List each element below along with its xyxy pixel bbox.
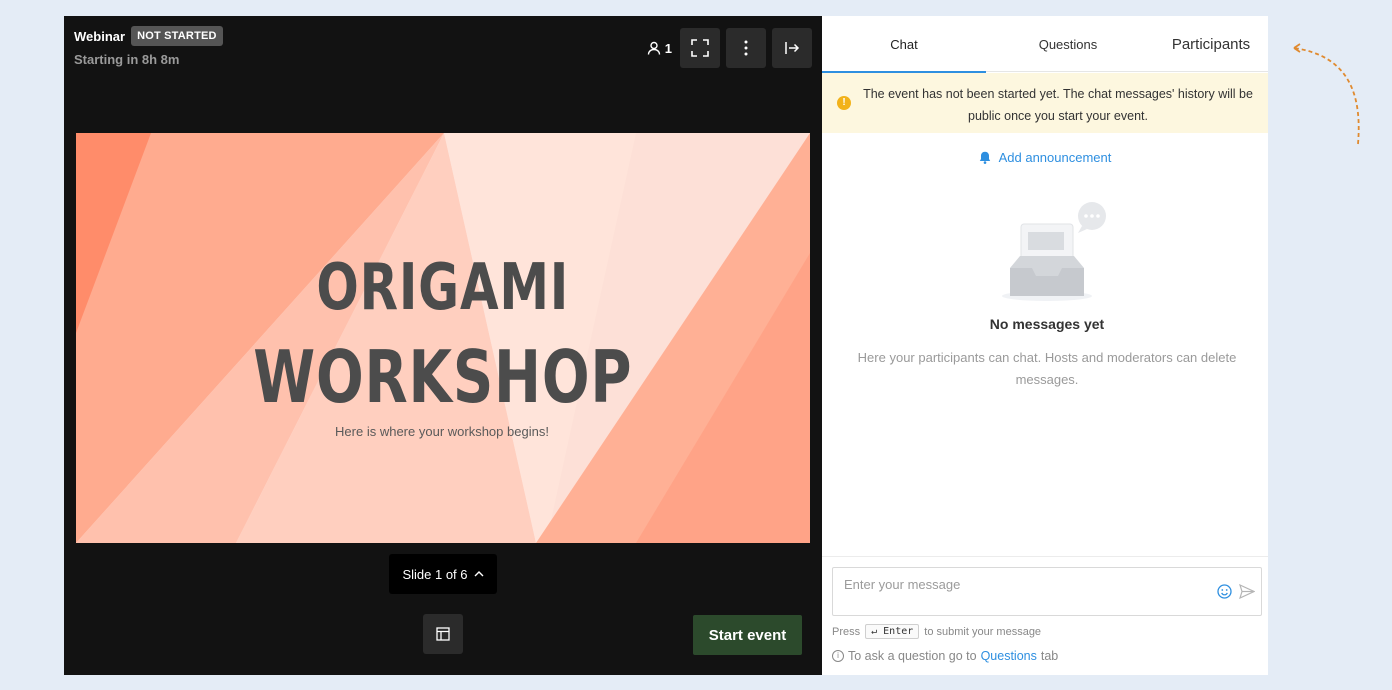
- chevron-up-icon: [474, 571, 484, 577]
- notice-text: The event has not been started yet. The …: [863, 87, 1253, 123]
- hint-suffix: to submit your message: [924, 625, 1042, 638]
- message-input[interactable]: [833, 568, 1213, 600]
- empty-state-title: No messages yet: [989, 316, 1105, 332]
- event-header: Webinar NOT STARTED: [74, 26, 223, 46]
- ask-prefix: To ask a question go to: [848, 649, 977, 663]
- tab-questions[interactable]: Questions: [986, 16, 1150, 72]
- panel-tabs: Chat Questions Participants: [822, 16, 1268, 73]
- dashed-arrow-decoration: [1293, 43, 1360, 145]
- layout-button[interactable]: [423, 614, 463, 654]
- user-icon: [647, 41, 660, 55]
- presentation-slide: ORIGAMI WORKSHOP Here is where your work…: [76, 133, 810, 543]
- event-title: Webinar: [74, 28, 126, 44]
- slide-title-line2: WORKSHOP: [253, 335, 633, 419]
- message-composer: Press ↵ Enter to submit your message i T…: [822, 556, 1268, 675]
- warning-icon: !: [837, 96, 851, 110]
- fullscreen-icon: [691, 39, 709, 57]
- ask-question-hint: i To ask a question go to Questions tab: [832, 649, 1058, 663]
- enter-key-badge: ↵ Enter: [865, 624, 920, 639]
- questions-tab-link[interactable]: Questions: [981, 649, 1037, 663]
- start-event-button[interactable]: Start event: [693, 615, 802, 655]
- slide-title-line1: ORIGAMI: [316, 251, 570, 325]
- empty-inbox-illustration: [1002, 202, 1106, 301]
- participant-count: 1: [664, 40, 672, 56]
- exit-icon: [785, 42, 800, 54]
- side-panel: Chat Questions Participants ! The event …: [822, 16, 1268, 675]
- add-announcement-label: Add announcement: [998, 150, 1112, 165]
- slide-navigator[interactable]: Slide 1 of 6: [389, 554, 497, 594]
- tab-chat[interactable]: Chat: [822, 16, 986, 73]
- message-box: [832, 567, 1262, 616]
- participant-counter[interactable]: 1: [647, 41, 672, 56]
- status-badge: NOT STARTED: [131, 26, 223, 46]
- not-started-notice: ! The event has not been started yet. Th…: [822, 73, 1268, 133]
- slide-subtitle: Here is where your workshop begins!: [335, 424, 549, 439]
- more-options-button[interactable]: [726, 28, 766, 68]
- layout-icon: [436, 627, 450, 641]
- stage-controls: 1: [647, 28, 812, 68]
- fullscreen-button[interactable]: [680, 28, 720, 68]
- more-vertical-icon: [744, 40, 748, 56]
- submit-hint: Press ↵ Enter to submit your message: [832, 624, 1041, 639]
- send-icon[interactable]: [1239, 584, 1255, 599]
- ask-suffix: tab: [1040, 649, 1059, 663]
- add-announcement-button[interactable]: Add announcement: [822, 150, 1268, 165]
- empty-state-description: Here your participants can chat. Hosts a…: [857, 350, 1237, 387]
- exit-button[interactable]: [772, 28, 812, 68]
- hint-press: Press: [832, 625, 861, 638]
- stage: Webinar NOT STARTED Starting in 8h 8m 1: [64, 16, 822, 675]
- slide-counter: Slide 1 of 6: [402, 566, 468, 582]
- info-icon: i: [832, 650, 844, 662]
- bell-icon: [979, 151, 990, 164]
- tab-participants[interactable]: Participants: [1150, 16, 1272, 72]
- emoji-icon[interactable]: [1217, 584, 1232, 599]
- countdown-text: Starting in 8h 8m: [74, 52, 180, 67]
